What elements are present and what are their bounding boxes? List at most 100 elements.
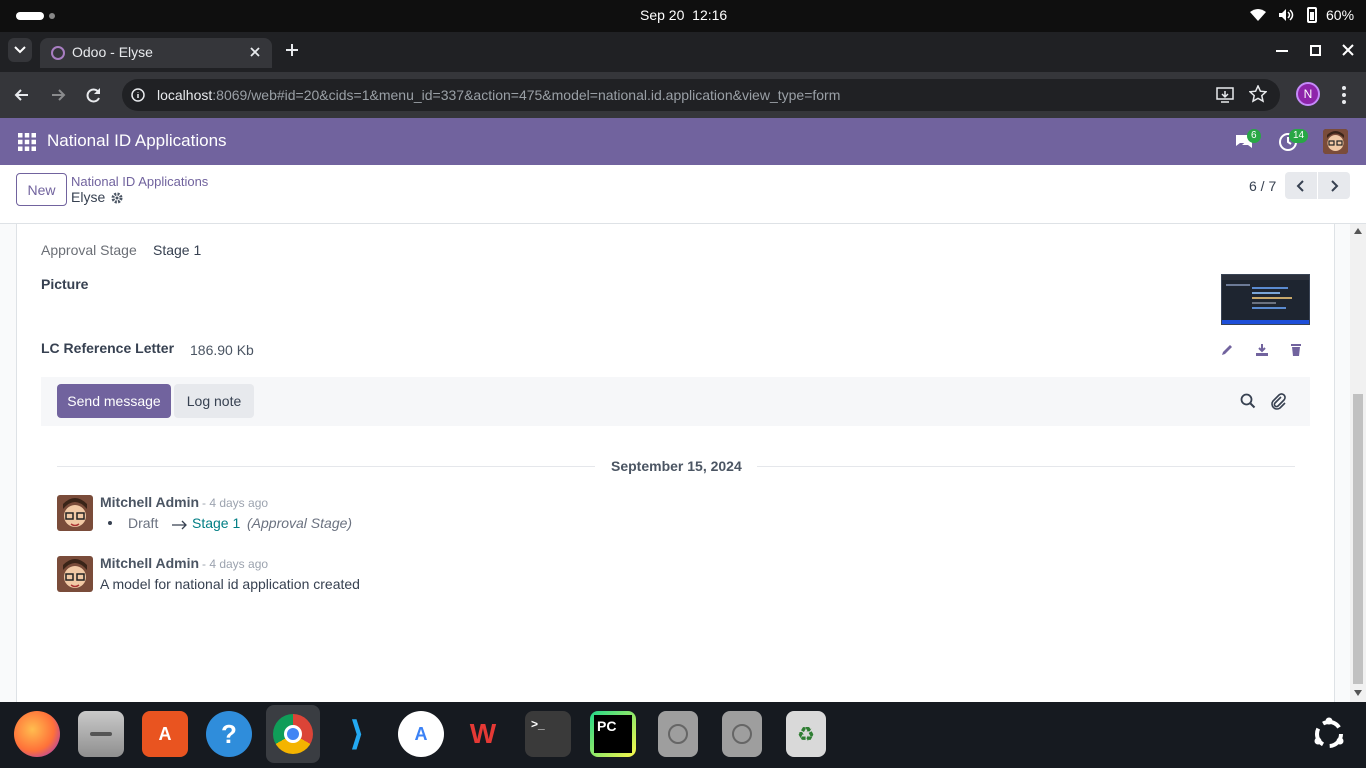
tab-close-button[interactable] <box>248 45 262 59</box>
app-menu-icon[interactable] <box>18 133 36 151</box>
android-studio-icon[interactable]: A <box>398 711 444 757</box>
tab-title: Odoo - Elyse <box>72 44 153 60</box>
back-button[interactable] <box>12 85 32 110</box>
picture-thumbnail[interactable] <box>1221 274 1310 325</box>
message-author[interactable]: Mitchell Admin <box>100 555 199 571</box>
browser-menu-button[interactable] <box>1340 85 1348 110</box>
gear-icon[interactable] <box>111 191 123 204</box>
pager-value[interactable]: 6 / 7 <box>1249 178 1276 194</box>
forward-button[interactable] <box>48 85 68 110</box>
tab-search-button[interactable] <box>8 38 32 62</box>
vscode-icon[interactable]: ⟩ <box>334 711 380 757</box>
edit-file-button[interactable] <box>1220 343 1234 357</box>
scrollbar-thumb[interactable] <box>1353 394 1363 684</box>
minimize-button[interactable] <box>1276 50 1288 52</box>
show-apps-icon[interactable] <box>1306 711 1352 757</box>
approval-stage-label: Approval Stage <box>41 242 137 258</box>
wps-office-icon[interactable]: W <box>460 711 506 757</box>
app-center-icon[interactable]: A <box>142 711 188 757</box>
attachments-button[interactable] <box>1270 392 1286 410</box>
clock[interactable]: Sep 20 12:16 <box>640 7 727 23</box>
url-path: :8069/web#id=20&cids=1&menu_id=337&actio… <box>212 87 841 103</box>
avatar[interactable] <box>57 556 93 592</box>
close-icon <box>1342 44 1354 56</box>
avatar[interactable] <box>57 495 93 531</box>
download-file-button[interactable] <box>1255 343 1269 357</box>
volume-icon[interactable] <box>1278 8 1294 22</box>
form-sheet: Approval Stage Stage 1 Picture LC Refere… <box>16 224 1335 702</box>
maximize-button[interactable] <box>1310 45 1321 56</box>
workspace-dot <box>49 13 55 19</box>
send-message-button[interactable]: Send message <box>57 384 171 418</box>
chrome-icon[interactable] <box>266 705 320 763</box>
odoo-navbar: National ID Applications 6 14 <box>0 118 1366 165</box>
time-text: 12:16 <box>692 7 728 23</box>
battery-icon[interactable] <box>1307 7 1317 23</box>
delete-file-button[interactable] <box>1289 343 1303 357</box>
chevron-down-icon <box>14 46 26 54</box>
arrow-right-icon <box>52 89 66 101</box>
tracking-old-value: Draft <box>128 515 159 531</box>
scroll-down-arrow[interactable] <box>1354 690 1362 696</box>
disk-icon[interactable] <box>658 711 698 757</box>
date-separator: September 15, 2024 <box>611 458 742 474</box>
install-app-icon[interactable] <box>1216 86 1234 107</box>
chevron-left-icon <box>1296 179 1304 192</box>
message-time: - 4 days ago <box>202 496 269 510</box>
download-icon <box>1256 344 1268 356</box>
browser-tab-active[interactable]: Odoo - Elyse <box>40 38 272 68</box>
new-tab-button[interactable] <box>282 40 302 60</box>
control-panel: New National ID Applications Elyse 6 / 7 <box>0 165 1366 224</box>
user-avatar[interactable] <box>1323 129 1348 154</box>
search-messages-button[interactable] <box>1240 393 1256 409</box>
help-icon[interactable]: ? <box>206 711 252 757</box>
approval-stage-value: Stage 1 <box>153 242 202 258</box>
message-author[interactable]: Mitchell Admin <box>100 494 199 510</box>
reload-button[interactable] <box>84 85 104 110</box>
arrow-right-icon <box>172 517 188 530</box>
url-host: localhost <box>157 87 213 103</box>
search-icon <box>1240 393 1256 409</box>
date-separator-line-right <box>757 466 1295 467</box>
kebab-menu-icon <box>1342 86 1346 104</box>
close-window-button[interactable] <box>1340 42 1356 58</box>
disk-icon-2[interactable] <box>722 711 762 757</box>
pager-previous-button[interactable] <box>1285 172 1317 199</box>
bookmark-star-icon[interactable] <box>1248 84 1268 106</box>
battery-percent: 60% <box>1326 7 1355 23</box>
terminal-icon[interactable]: >_ <box>525 711 571 757</box>
tracking-bullet <box>108 521 112 525</box>
new-record-button[interactable]: New <box>16 173 67 206</box>
pycharm-icon[interactable]: PC <box>590 711 636 757</box>
message-time: - 4 days ago <box>202 557 269 571</box>
messages-badge: 6 <box>1247 129 1261 143</box>
profile-initial: N <box>1303 87 1313 101</box>
profile-avatar[interactable]: N <box>1296 82 1320 106</box>
paperclip-icon <box>1271 393 1286 410</box>
firefox-icon[interactable] <box>14 711 60 757</box>
tracking-field-name: (Approval Stage) <box>247 515 353 531</box>
activities-indicator[interactable] <box>16 12 44 20</box>
address-bar[interactable]: localhost:8069/web#id=20&cids=1&menu_id=… <box>122 79 1280 111</box>
app-title[interactable]: National ID Applications <box>47 131 227 151</box>
page-scrollbar[interactable] <box>1350 224 1366 702</box>
url-text: localhost:8069/web#id=20&cids=1&menu_id=… <box>157 87 840 103</box>
breadcrumb-parent[interactable]: National ID Applications <box>71 174 208 189</box>
trash-bin-icon[interactable]: ♻ <box>786 711 826 757</box>
arrow-left-icon <box>14 89 28 101</box>
pager-next-button[interactable] <box>1318 172 1350 199</box>
reload-icon <box>86 88 100 103</box>
wifi-icon[interactable] <box>1250 8 1266 22</box>
trash-icon <box>1291 344 1301 356</box>
scroll-up-arrow[interactable] <box>1354 228 1362 234</box>
date-text: Sep 20 <box>640 7 685 23</box>
odoo-favicon <box>51 46 65 60</box>
record-name: Elyse <box>71 189 106 205</box>
lc-reference-label: LC Reference Letter <box>41 340 175 356</box>
tracking-new-value: Stage 1 <box>192 515 241 531</box>
log-note-button[interactable]: Log note <box>174 384 254 418</box>
site-info-icon[interactable] <box>128 85 148 105</box>
lc-reference-size: 186.90 Kb <box>190 342 254 358</box>
pencil-icon <box>1222 345 1232 355</box>
files-icon[interactable] <box>78 711 124 757</box>
